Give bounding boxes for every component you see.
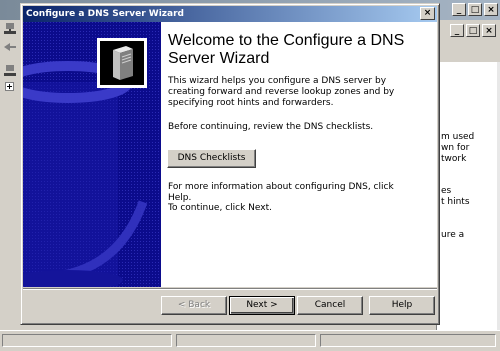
dns-server-icon (4, 23, 16, 34)
console-close-button[interactable]: × (484, 3, 498, 16)
wizard-watermark-panel (23, 22, 161, 287)
wizard-heading: Welcome to the Configure a DNS Server Wi… (168, 32, 405, 67)
console-window-controls: _ □ × (452, 3, 498, 16)
server-icon (113, 46, 133, 80)
status-cell (2, 334, 172, 347)
dialog-title: Configure a DNS Server Wizard (26, 9, 184, 19)
dialog-titlebar[interactable]: Configure a DNS Server Wizard × (23, 6, 437, 22)
right-pane-text: wn for (441, 143, 470, 153)
back-button[interactable]: < Back (161, 296, 227, 315)
wizard-watermark-graphic (23, 22, 161, 287)
child-close-button[interactable]: × (482, 24, 496, 37)
review-text: Before continuing, review the DNS checkl… (168, 122, 374, 132)
right-pane-text: m used (441, 132, 475, 142)
continue-text: To continue, click Next. (168, 203, 272, 213)
console-minimize-button[interactable]: _ (452, 3, 466, 16)
right-pane-text: twork (441, 154, 467, 164)
wizard-content: Welcome to the Configure a DNS Server Wi… (161, 22, 437, 287)
cancel-button[interactable]: Cancel (297, 296, 363, 315)
next-button[interactable]: Next > (229, 296, 295, 315)
tree-node-icon[interactable] (3, 64, 17, 80)
console-status-bar (0, 330, 500, 351)
status-cell (320, 334, 496, 347)
more-info-text: For more information about configuring D… (168, 182, 394, 203)
button-separator (23, 288, 437, 290)
dns-checklists-button[interactable]: DNS Checklists (167, 149, 256, 168)
back-arrow-icon[interactable] (3, 42, 17, 52)
help-button[interactable]: Help (369, 296, 435, 315)
expand-plus-icon[interactable] (5, 82, 14, 91)
child-minimize-button[interactable]: _ (450, 24, 464, 37)
child-restore-button[interactable]: □ (466, 24, 480, 37)
console-right-pane: m used wn for twork es t hints ure a (436, 62, 500, 330)
intro-text: This wizard helps you configure a DNS se… (168, 76, 395, 108)
right-pane-text: es (441, 186, 452, 196)
console-left-strip (0, 20, 20, 330)
dns-wizard-dialog: Configure a DNS Server Wizard × Welcome … (20, 3, 440, 325)
close-button[interactable]: × (420, 7, 435, 20)
console-maximize-button[interactable]: □ (468, 3, 482, 16)
status-cell (176, 334, 316, 347)
right-pane-text: t hints (441, 197, 470, 207)
child-window-controls: _ □ × (450, 24, 496, 37)
right-pane-text: ure a (441, 230, 465, 240)
